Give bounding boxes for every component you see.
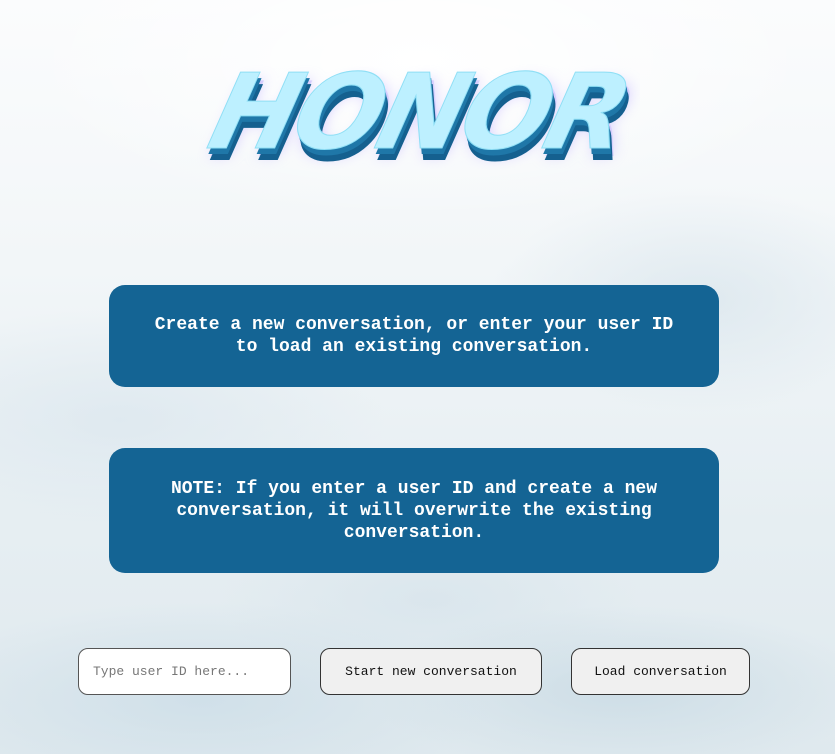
intro-message-box: Create a new conversation, or enter your… [109,285,719,387]
load-conversation-button[interactable]: Load conversation [571,648,750,695]
user-id-input[interactable] [78,648,291,695]
intro-message: Create a new conversation, or enter your… [154,315,674,357]
logo-face-text: HONOR [198,60,639,170]
note-message: NOTE: If you enter a user ID and create … [170,478,658,543]
note-message-box: NOTE: If you enter a user ID and create … [109,448,719,573]
honor-logo: HONOR HONOR HONOR HONOR [190,60,640,170]
start-new-conversation-button[interactable]: Start new conversation [320,648,542,695]
logo-graphic: HONOR HONOR HONOR HONOR [198,60,640,170]
conversation-controls: Start new conversation Load conversation [0,648,835,695]
